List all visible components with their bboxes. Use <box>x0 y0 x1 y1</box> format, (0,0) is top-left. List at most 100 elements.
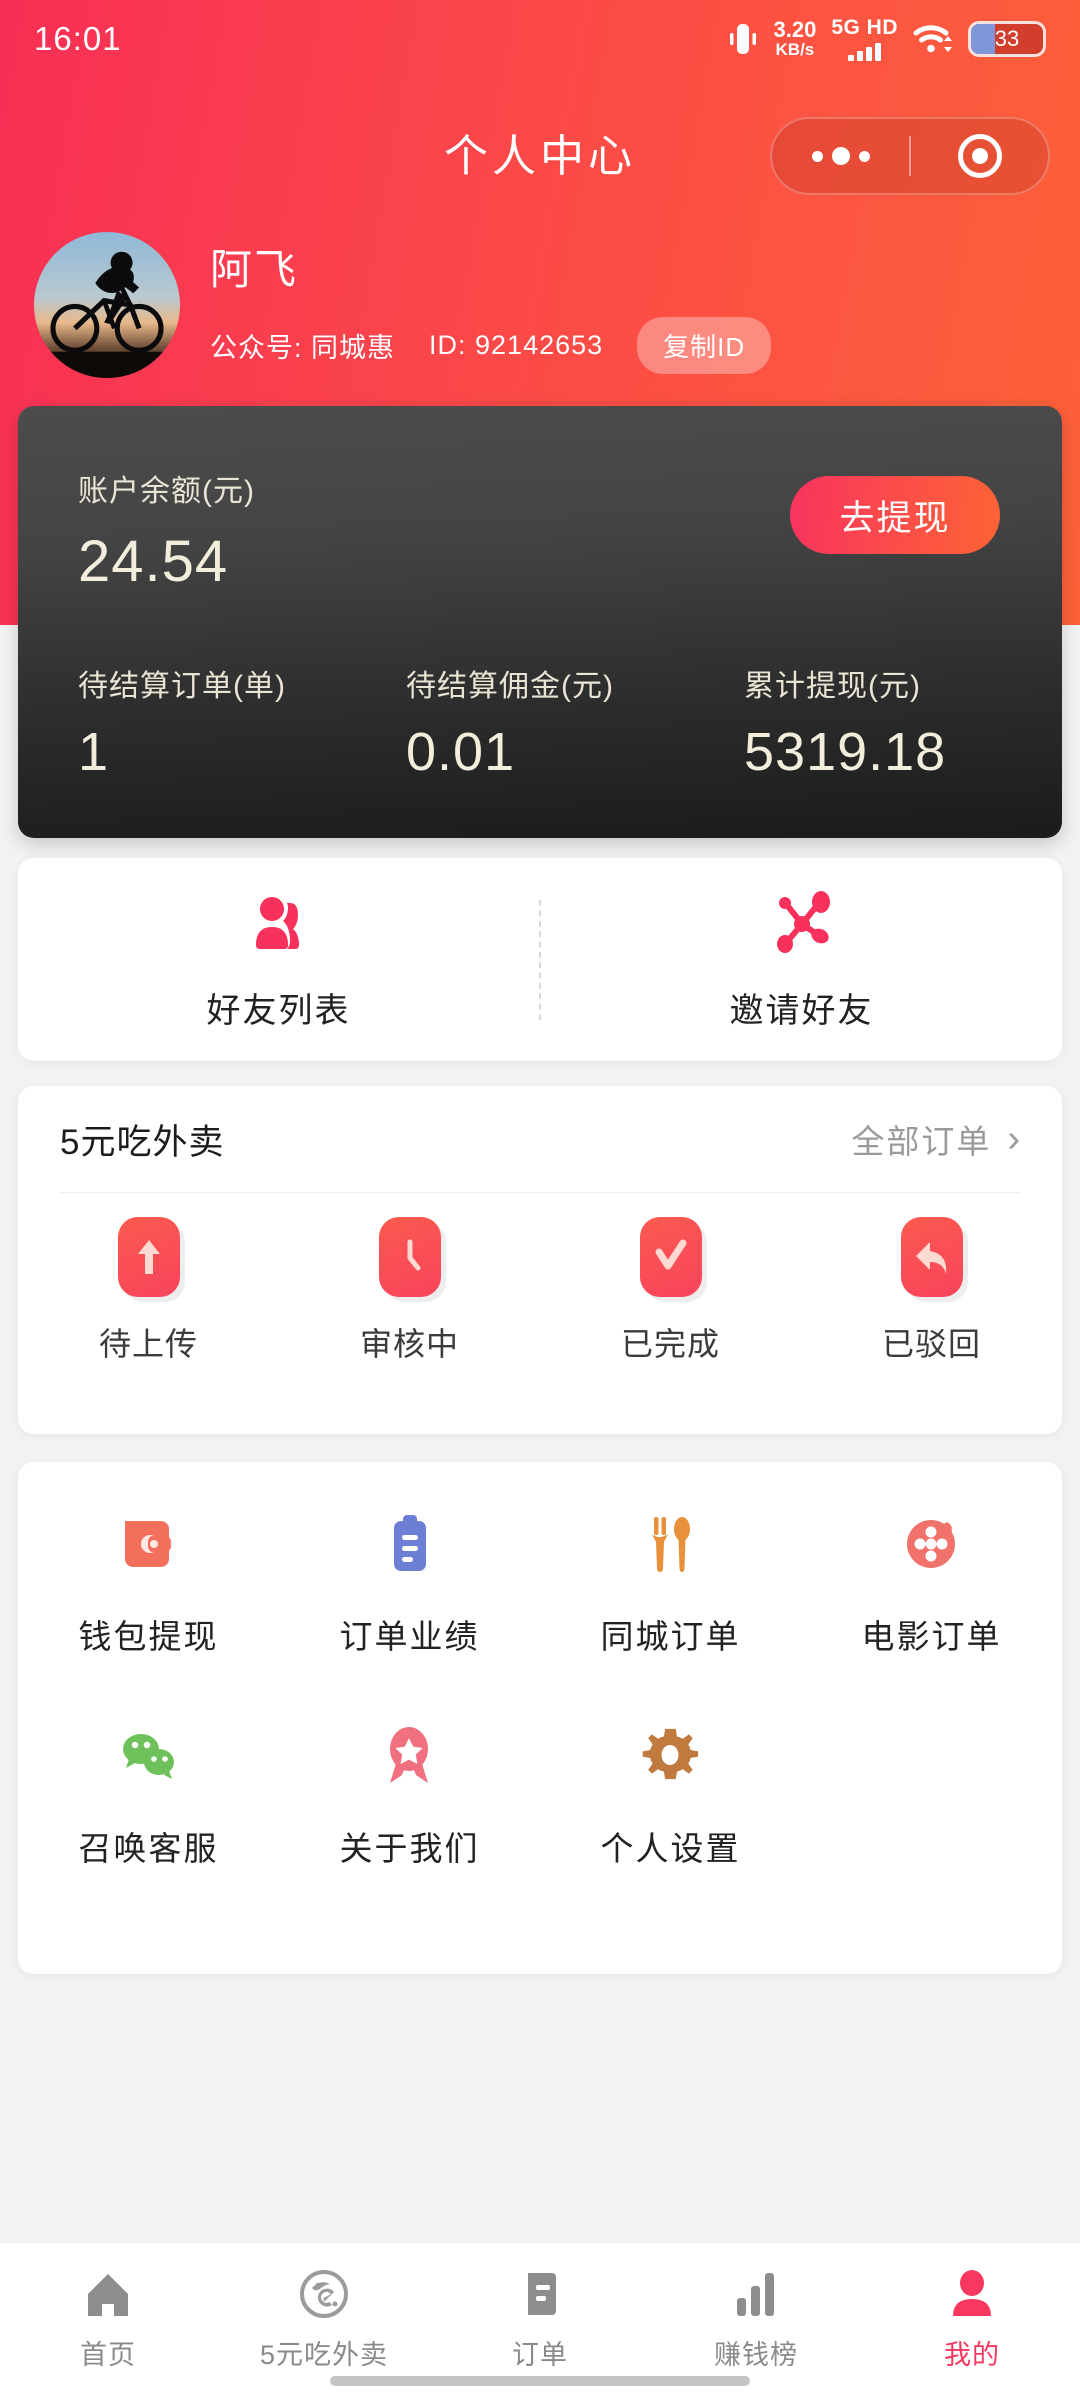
cyclist-avatar[interactable] <box>34 232 180 378</box>
network-speed-unit: KB/s <box>775 40 815 60</box>
cyclist-silhouette-icon <box>34 251 180 378</box>
stat-label: 待结算订单(单) <box>78 670 286 703</box>
status-bar-icons: 3.20 KB/s 5G HD 33 <box>728 16 1046 61</box>
fork-spoon-icon <box>637 1500 705 1586</box>
friend-item-label: 好友列表 <box>206 992 351 1030</box>
network-type-label: 5G HD <box>831 16 898 40</box>
invite-friend-button[interactable]: 邀请好友 <box>541 887 1062 1032</box>
orders-header: 5元吃外卖 全部订单 › <box>18 1086 1062 1192</box>
two-people-icon <box>242 887 316 965</box>
person-icon <box>946 2265 998 2323</box>
reply-arrow-icon <box>900 1217 963 1297</box>
bottom-tab-bar: 首页 5元吃外卖 订单 赚钱榜 我的 <box>0 2242 1080 2400</box>
battery-percent-label: 33 <box>994 25 1020 51</box>
balance-stats-row: 待结算订单(单) 1 待结算佣金(元) 0.01 累计提现(元) 5319.18 <box>18 661 1062 783</box>
menu-item-wallet-withdraw[interactable]: 钱包提现 <box>18 1500 279 1658</box>
wechat-icon <box>115 1712 183 1798</box>
tab-mine[interactable]: 我的 <box>864 2243 1080 2400</box>
home-indicator <box>330 2376 750 2386</box>
menu-item-order-performance[interactable]: 订单业绩 <box>279 1500 540 1658</box>
menu-item-label: 召唤客服 <box>78 1830 219 1867</box>
balance-block: 账户余额(元) 24.54 <box>78 466 255 595</box>
menu-item-label: 同城订单 <box>600 1618 741 1655</box>
miniprogram-capsule <box>770 117 1050 195</box>
signal-bars-icon <box>848 42 882 61</box>
medal-icon <box>376 1712 444 1798</box>
stat-value: 0.01 <box>406 722 516 782</box>
withdraw-button[interactable]: 去提现 <box>790 476 1000 554</box>
network-speed-value: 3.20 <box>773 17 817 43</box>
menu-item-personal-settings[interactable]: 个人设置 <box>540 1712 801 1870</box>
clock-icon <box>378 1217 441 1297</box>
menu-row-1: 钱包提现 订单业绩 同城订单 电影订单 <box>18 1500 1062 1658</box>
menu-item-movie-orders[interactable]: 电影订单 <box>801 1500 1062 1658</box>
friends-card: 好友列表 邀请好友 <box>18 858 1062 1061</box>
tab-label: 赚钱榜 <box>714 2340 798 2370</box>
user-name: 阿飞 <box>210 246 299 293</box>
home-icon <box>82 2265 134 2323</box>
copy-id-button[interactable]: 复制ID <box>637 317 772 374</box>
wifi-icon <box>913 23 953 55</box>
check-icon <box>639 1217 702 1297</box>
user-id-label: ID: 92142653 <box>429 330 604 360</box>
friend-list-button[interactable]: 好友列表 <box>18 887 539 1032</box>
profile-subline: 公众号: 同城惠 ID: 92142653 复制ID <box>210 317 772 374</box>
friend-item-label: 邀请好友 <box>729 992 874 1030</box>
menu-item-about-us[interactable]: 关于我们 <box>279 1712 540 1870</box>
chevron-right-icon: › <box>1007 1118 1020 1160</box>
order-status-label: 已完成 <box>620 1326 720 1362</box>
menu-item-label: 订单业绩 <box>339 1618 480 1655</box>
stat-pending-commission[interactable]: 待结算佣金(元) 0.01 <box>396 661 724 783</box>
vibrate-icon <box>728 22 758 56</box>
status-bar-clock: 16:01 <box>34 20 122 57</box>
battery-fill <box>971 23 995 54</box>
profile-info: 阿飞 公众号: 同城惠 ID: 92142653 复制ID <box>210 236 772 374</box>
gear-icon <box>637 1712 705 1798</box>
balance-value: 24.54 <box>78 529 229 594</box>
status-bar: 16:01 3.20 KB/s 5G HD 33 <box>0 0 1080 78</box>
stat-value: 1 <box>78 722 110 782</box>
wallet-icon <box>115 1500 183 1586</box>
menu-item-label: 关于我们 <box>339 1830 480 1867</box>
stat-total-withdrawn[interactable]: 累计提现(元) 5319.18 <box>724 661 1062 783</box>
order-status-pending-upload[interactable]: 待上传 <box>18 1217 279 1365</box>
order-status-rejected[interactable]: 已驳回 <box>801 1217 1062 1365</box>
eleme-logo-icon <box>298 2265 350 2323</box>
tab-label: 首页 <box>80 2340 136 2370</box>
more-menu-button[interactable] <box>772 147 909 165</box>
share-network-icon <box>765 887 839 965</box>
menu-item-label: 电影订单 <box>861 1618 1002 1655</box>
menu-item-contact-support[interactable]: 召唤客服 <box>18 1712 279 1870</box>
stat-label: 待结算佣金(元) <box>406 670 614 703</box>
all-orders-label: 全部订单 <box>851 1123 992 1160</box>
target-circle-icon <box>957 134 1002 178</box>
balance-label: 账户余额(元) <box>78 475 255 508</box>
all-orders-button[interactable]: 全部订单 › <box>851 1115 1020 1163</box>
network-type-indicator: 5G HD <box>831 16 898 61</box>
orders-card: 5元吃外卖 全部订单 › 待上传 审核中 已完成 已驳回 <box>18 1086 1062 1434</box>
bar-chart-icon <box>730 2265 782 2323</box>
film-reel-icon <box>898 1500 966 1586</box>
stat-label: 累计提现(元) <box>744 670 921 703</box>
close-miniprogram-button[interactable] <box>911 134 1048 178</box>
menu-item-local-orders[interactable]: 同城订单 <box>540 1500 801 1658</box>
official-account-label: 公众号: 同城惠 <box>210 333 396 363</box>
profile-section: 阿飞 公众号: 同城惠 ID: 92142653 复制ID <box>34 232 772 378</box>
stat-value: 5319.18 <box>744 722 947 782</box>
order-status-completed[interactable]: 已完成 <box>540 1217 801 1365</box>
tab-home[interactable]: 首页 <box>0 2243 216 2400</box>
battery-indicator: 33 <box>968 20 1046 57</box>
menu-row-2: 召唤客服 关于我们 个人设置 <box>18 1712 1062 1870</box>
stat-pending-orders[interactable]: 待结算订单(单) 1 <box>18 661 396 783</box>
order-status-label: 待上传 <box>98 1326 198 1362</box>
order-status-row: 待上传 审核中 已完成 已驳回 <box>18 1193 1062 1365</box>
orders-title: 5元吃外卖 <box>60 1122 225 1162</box>
menu-grid-card: 钱包提现 订单业绩 同城订单 电影订单 召唤客服 关于我们 个人设置 <box>18 1462 1062 1974</box>
balance-card: 账户余额(元) 24.54 去提现 待结算订单(单) 1 待结算佣金(元) 0.… <box>18 406 1062 838</box>
order-status-label: 审核中 <box>359 1326 459 1362</box>
upload-arrow-icon <box>117 1217 180 1297</box>
menu-item-label: 个人设置 <box>600 1830 741 1867</box>
tab-label: 订单 <box>512 2340 568 2370</box>
order-status-reviewing[interactable]: 审核中 <box>279 1217 540 1365</box>
tab-label: 5元吃外卖 <box>259 2340 389 2370</box>
